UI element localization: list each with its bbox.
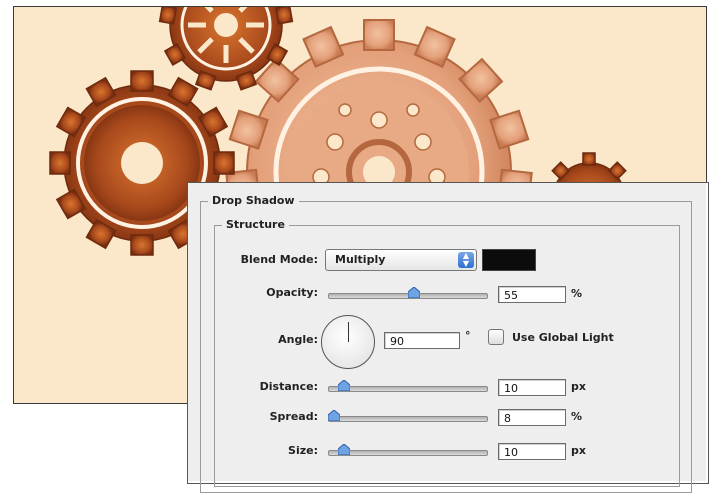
distance-unit: px xyxy=(571,380,586,393)
distance-slider[interactable] xyxy=(328,386,488,392)
shadow-color-swatch[interactable] xyxy=(482,249,536,271)
layer-style-panel: Drop Shadow Structure Blend Mode: Multip… xyxy=(187,182,709,493)
drop-shadow-title: Drop Shadow xyxy=(208,194,299,207)
size-input[interactable]: 10 xyxy=(498,443,566,460)
angle-dial-needle xyxy=(348,322,349,342)
angle-unit: ° xyxy=(465,329,471,342)
size-unit: px xyxy=(571,444,586,457)
spread-slider[interactable] xyxy=(328,416,488,422)
blend-mode-select[interactable]: Multiply ▲ ▼ xyxy=(325,249,477,271)
use-global-light-label: Use Global Light xyxy=(512,331,614,344)
spread-unit: % xyxy=(571,410,583,423)
opacity-input[interactable]: 55 xyxy=(498,286,566,303)
angle-dial[interactable] xyxy=(321,315,375,369)
distance-input[interactable]: 10 xyxy=(498,379,566,396)
opacity-slider-thumb[interactable] xyxy=(408,287,421,298)
blend-mode-value: Multiply xyxy=(335,253,386,266)
size-slider-thumb[interactable] xyxy=(338,444,351,455)
angle-input[interactable]: 90 xyxy=(384,332,460,349)
structure-title: Structure xyxy=(222,218,289,231)
spread-input[interactable]: 8 xyxy=(498,409,566,426)
spread-slider-thumb[interactable] xyxy=(328,410,340,421)
spread-label: Spread: xyxy=(269,410,318,423)
opacity-label: Opacity: xyxy=(266,286,318,299)
size-label: Size: xyxy=(288,444,318,457)
chevron-updown-icon: ▲ ▼ xyxy=(458,252,474,268)
distance-slider-thumb[interactable] xyxy=(338,380,351,391)
opacity-unit: % xyxy=(571,287,583,300)
distance-label: Distance: xyxy=(259,380,318,393)
blend-mode-label: Blend Mode: xyxy=(240,253,318,266)
angle-label: Angle: xyxy=(278,333,318,346)
use-global-light-checkbox[interactable] xyxy=(488,329,504,345)
size-slider[interactable] xyxy=(328,450,488,456)
